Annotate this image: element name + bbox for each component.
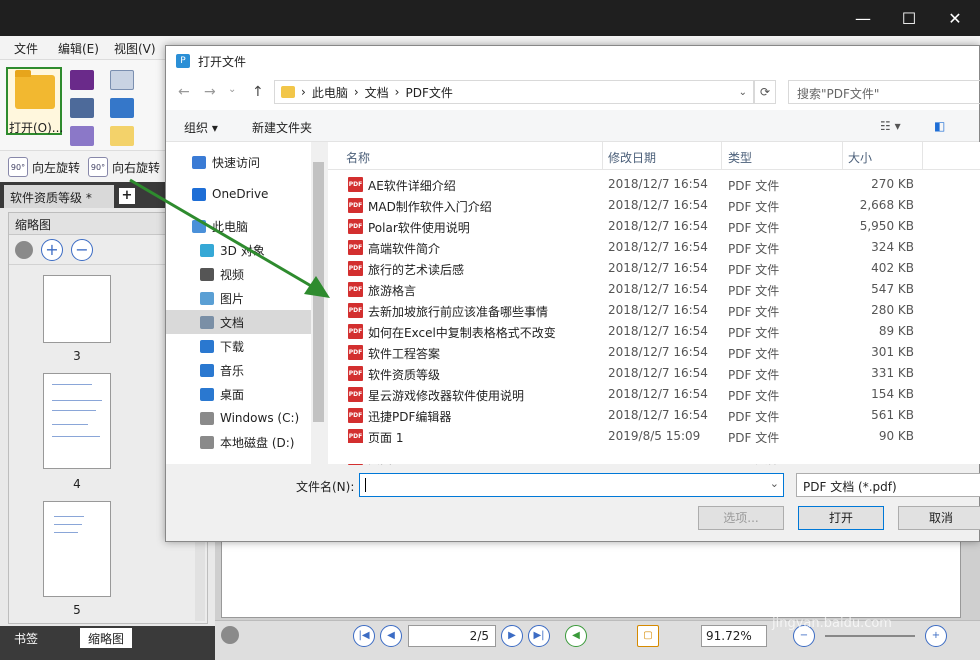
annotation-arrow — [129, 178, 330, 298]
watermark-url: jingyan.baidu.com — [772, 616, 892, 631]
watermark-logo: Baidu经验 — [760, 580, 924, 615]
